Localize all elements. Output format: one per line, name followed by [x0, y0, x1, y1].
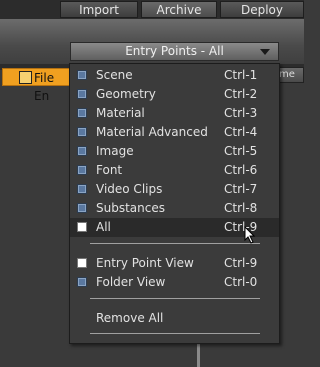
file-entry-label: File En — [34, 71, 55, 103]
entry-points-dropdown[interactable]: Entry Points - All — [70, 42, 279, 61]
menu-item-label: Folder View — [96, 275, 166, 289]
menu-item-folder-view[interactable]: Folder View Ctrl-0 — [70, 273, 279, 292]
menu-item-remove-all[interactable]: Remove All — [70, 309, 279, 328]
file-entry-tree-item[interactable]: File En — [2, 68, 72, 103]
menu-item-label: Material — [96, 106, 145, 120]
menu-item-geometry[interactable]: Geometry Ctrl-2 — [70, 85, 279, 104]
menu-item-image[interactable]: Image Ctrl-5 — [70, 142, 279, 161]
menu-item-shortcut: Ctrl-3 — [224, 106, 258, 120]
menu-item-font[interactable]: Font Ctrl-6 — [70, 161, 279, 180]
menu-item-substances[interactable]: Substances Ctrl-8 — [70, 199, 279, 218]
tab-deploy[interactable]: Deploy — [220, 1, 304, 18]
menu-item-label: Font — [96, 163, 123, 177]
checkbox-checked-icon — [77, 222, 87, 232]
checkbox-icon — [77, 146, 87, 156]
menu-item-video-clips[interactable]: Video Clips Ctrl-7 — [70, 180, 279, 199]
menu-item-scene[interactable]: Scene Ctrl-1 — [70, 66, 279, 85]
scrollbar[interactable] — [197, 343, 200, 367]
menu-item-label: Geometry — [96, 87, 156, 101]
column-header-name[interactable]: me — [278, 67, 304, 83]
menu-item-material[interactable]: Material Ctrl-3 — [70, 104, 279, 123]
checkbox-icon — [77, 203, 87, 213]
menu-item-shortcut: Ctrl-7 — [224, 182, 258, 196]
menu-item-shortcut: Ctrl-9 — [224, 256, 258, 270]
checkbox-icon — [77, 89, 87, 99]
menu-item-label: Remove All — [96, 311, 164, 325]
top-tab-strip: Import Archive Deploy — [0, 0, 304, 19]
entry-points-menu: Scene Ctrl-1 Geometry Ctrl-2 Material Ct… — [69, 63, 280, 344]
tab-import[interactable]: Import — [60, 1, 138, 18]
mouse-cursor-icon — [244, 226, 256, 244]
chevron-down-icon — [260, 49, 270, 55]
menu-item-shortcut: Ctrl-0 — [224, 275, 258, 289]
menu-separator — [90, 243, 260, 244]
entry-points-dropdown-label: Entry Points - All — [125, 44, 224, 58]
checkbox-icon — [77, 165, 87, 175]
menu-item-label: Material Advanced — [96, 125, 208, 139]
menu-item-label: All — [96, 220, 111, 234]
menu-item-label: Video Clips — [96, 182, 163, 196]
menu-item-label: Entry Point View — [96, 256, 194, 270]
menu-item-shortcut: Ctrl-8 — [224, 201, 258, 215]
menu-item-entry-point-view[interactable]: Entry Point View Ctrl-9 — [70, 254, 279, 273]
menu-item-shortcut: Ctrl-4 — [224, 125, 258, 139]
menu-item-shortcut: Ctrl-6 — [224, 163, 258, 177]
checkbox-icon — [77, 184, 87, 194]
menu-item-label: Substances — [96, 201, 165, 215]
menu-item-shortcut: Ctrl-2 — [224, 87, 258, 101]
checkbox-icon — [77, 127, 87, 137]
tab-archive[interactable]: Archive — [141, 1, 217, 18]
checkbox-icon — [77, 70, 87, 80]
menu-item-shortcut: Ctrl-5 — [224, 144, 258, 158]
menu-separator — [90, 298, 260, 299]
checkbox-checked-icon — [77, 258, 87, 268]
menu-item-material-advanced[interactable]: Material Advanced Ctrl-4 — [70, 123, 279, 142]
home-icon — [19, 71, 32, 84]
menu-item-label: Scene — [96, 68, 133, 82]
menu-separator — [90, 333, 260, 334]
checkbox-icon — [77, 277, 87, 287]
menu-item-label: Image — [96, 144, 134, 158]
menu-item-shortcut: Ctrl-1 — [224, 68, 258, 82]
checkbox-icon — [77, 108, 87, 118]
